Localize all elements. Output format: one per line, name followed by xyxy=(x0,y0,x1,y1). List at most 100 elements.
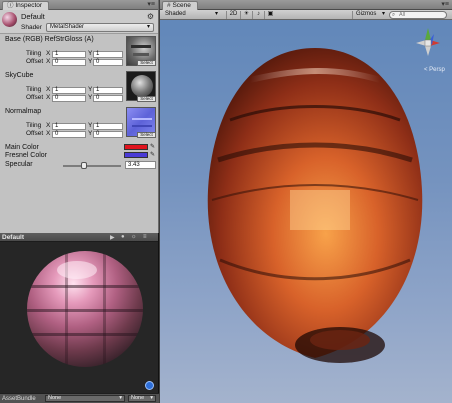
audio-icon[interactable]: ♪ xyxy=(252,11,264,19)
asset-bundle-dropdown[interactable]: None ▾ xyxy=(45,395,125,402)
shader-label: Shader xyxy=(21,24,42,31)
asset-bundle-bar: AssetBundle None ▾ None ▾ xyxy=(0,393,159,403)
tiling-label: Tiling xyxy=(26,50,42,57)
tiling-label: Tiling xyxy=(26,86,42,93)
offset-y-field[interactable]: 0 xyxy=(93,131,123,138)
x-label: X xyxy=(46,58,51,65)
specular-slider-track[interactable] xyxy=(63,165,121,167)
inspector-tabbar: ⓘ Inspector ▾≡ xyxy=(0,0,158,10)
preview-toolbar: Default ▶ ● ☼ ≡ xyxy=(0,233,158,242)
tiling-y-field[interactable]: 1 xyxy=(93,123,123,130)
offset-label: Offset xyxy=(26,94,44,101)
asset-bundle-value: None xyxy=(48,395,62,401)
x-label: X xyxy=(46,130,51,137)
left-panel: ⓘ Inspector ▾≡ Default ⚙ Shader MetalSha… xyxy=(0,0,159,403)
effects-icon[interactable]: ▣ xyxy=(264,11,276,19)
tiling-label: Tiling xyxy=(26,122,42,129)
specular-label: Specular xyxy=(5,161,33,168)
texture-select-button[interactable]: Select xyxy=(137,60,156,66)
eyedropper-icon[interactable]: ✎ xyxy=(150,151,155,158)
offset-y-field[interactable]: 0 xyxy=(93,95,123,102)
render-mode-dropdown[interactable]: Shaded ▾ xyxy=(162,11,220,19)
material-preview-panel: Default ▶ ● ☼ ≡ AssetBundle None ▾ None … xyxy=(0,233,159,403)
material-ball-icon xyxy=(2,12,17,27)
capsule-object[interactable] xyxy=(190,40,440,370)
tiling-y-field[interactable]: 1 xyxy=(93,87,123,94)
menu-icon[interactable]: ≡ xyxy=(143,234,147,240)
x-label: X xyxy=(46,50,51,57)
chevron-down-icon: ▾ xyxy=(146,24,150,30)
texture-property-skycube: SkyCube Tiling Offset X 1 Y 1 X 0 Y 0 Se… xyxy=(0,71,159,107)
asset-bundle-label: AssetBundle xyxy=(2,396,36,402)
chevron-down-icon: ▾ xyxy=(214,11,218,17)
panel-menu-icon[interactable]: ▾≡ xyxy=(147,1,155,9)
eyedropper-icon[interactable]: ✎ xyxy=(150,143,155,150)
scene-toolbar: Shaded ▾ 2D ☀ ♪ ▣ Gizmos ▾ ⌕ All xyxy=(160,10,452,20)
y-label: Y xyxy=(88,50,93,57)
shader-value: MetalShader xyxy=(50,24,85,30)
offset-x-field[interactable]: 0 xyxy=(52,95,86,102)
x-label: X xyxy=(46,94,51,101)
inspector-tab[interactable]: ⓘ Inspector xyxy=(2,1,50,10)
offset-y-field[interactable]: 0 xyxy=(93,59,123,66)
asset-variant-dropdown[interactable]: None ▾ xyxy=(128,395,156,402)
info-icon: ⓘ xyxy=(7,2,14,9)
fresnel-color-label: Fresnel Color xyxy=(5,152,48,159)
texture-property-base: Base (RGB) RefStrGloss (A) Tiling Offset… xyxy=(0,35,159,71)
offset-x-field[interactable]: 0 xyxy=(52,131,86,138)
specular-value-field[interactable]: 3.43 xyxy=(125,161,156,169)
gizmos-dropdown[interactable]: Gizmos ▾ xyxy=(352,11,386,19)
material-header: Default ⚙ Shader MetalShader ▾ xyxy=(0,10,158,34)
tiling-x-field[interactable]: 1 xyxy=(52,87,86,94)
offset-x-field[interactable]: 0 xyxy=(52,59,86,66)
play-icon[interactable]: ▶ xyxy=(110,234,115,241)
sphere-icon[interactable]: ● xyxy=(121,234,125,240)
y-label: Y xyxy=(88,58,93,65)
chevron-down-icon: ▾ xyxy=(150,395,153,401)
offset-label: Offset xyxy=(26,58,44,65)
main-color-swatch[interactable] xyxy=(124,144,148,150)
2d-toggle[interactable]: 2D xyxy=(226,11,240,19)
tiling-x-field[interactable]: 1 xyxy=(52,123,86,130)
main-color-label: Main Color xyxy=(5,144,39,151)
render-mode-value: Shaded xyxy=(165,11,186,17)
inspector-tab-label: Inspector xyxy=(15,2,43,9)
offset-label: Offset xyxy=(26,130,44,137)
gear-icon[interactable]: ⚙ xyxy=(147,12,154,21)
search-icon: ⌕ xyxy=(392,12,396,18)
scene-search-input[interactable]: ⌕ All xyxy=(389,11,447,19)
inspector-panel: ⓘ Inspector ▾≡ Default ⚙ Shader MetalSha… xyxy=(0,0,159,233)
texture-title: Base (RGB) RefStrGloss (A) xyxy=(5,36,94,43)
chevron-down-icon: ▾ xyxy=(119,395,122,401)
texture-title: SkyCube xyxy=(5,72,34,79)
gizmos-label: Gizmos xyxy=(356,11,377,17)
x-label: X xyxy=(46,122,51,129)
material-name: Default xyxy=(21,12,45,21)
fresnel-color-swatch[interactable] xyxy=(124,152,148,158)
scene-tabbar: # Scene ▾≡ xyxy=(160,0,452,10)
x-label: X xyxy=(46,86,51,93)
tiling-x-field[interactable]: 1 xyxy=(52,51,86,58)
light-icon[interactable]: ☼ xyxy=(131,234,137,240)
chevron-down-icon: ▾ xyxy=(381,11,385,17)
shader-dropdown[interactable]: MetalShader ▾ xyxy=(46,23,154,32)
preview-settings-icon[interactable] xyxy=(145,381,154,390)
y-label: Y xyxy=(88,94,93,101)
preview-sphere[interactable] xyxy=(27,251,143,367)
search-placeholder: All xyxy=(399,12,406,18)
preview-title: Default xyxy=(2,234,25,241)
texture-select-button[interactable]: Select xyxy=(137,132,156,138)
scene-tab[interactable]: # Scene xyxy=(162,1,198,10)
specular-slider-thumb[interactable] xyxy=(80,162,87,169)
scene-view[interactable]: # Scene ▾≡ Shaded ▾ 2D ☀ ♪ ▣ Gizmos ▾ ⌕ … xyxy=(160,0,452,403)
y-label: Y xyxy=(88,122,93,129)
texture-title: Normalmap xyxy=(5,108,42,115)
asset-variant-value: None xyxy=(131,395,145,401)
y-label: Y xyxy=(88,86,93,93)
panel-menu-icon[interactable]: ▾≡ xyxy=(441,1,449,9)
tiling-y-field[interactable]: 1 xyxy=(93,51,123,58)
texture-select-button[interactable]: Select xyxy=(137,96,156,102)
scene-tab-label: Scene xyxy=(172,2,191,9)
grid-icon: # xyxy=(167,2,171,9)
lighting-icon[interactable]: ☀ xyxy=(240,11,252,19)
